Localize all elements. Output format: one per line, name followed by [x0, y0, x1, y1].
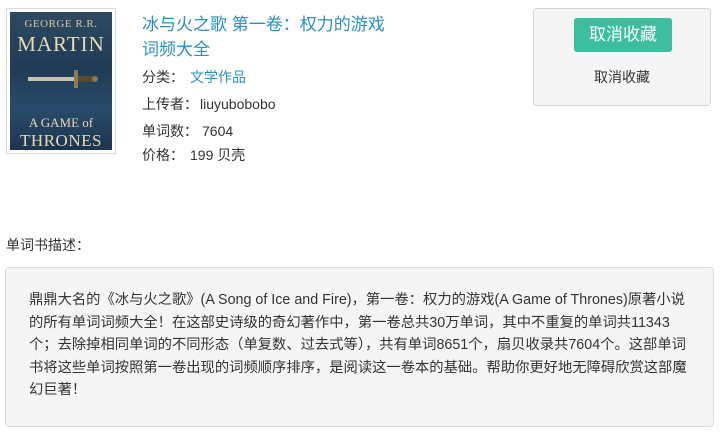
uploader-value: liuyubobobo	[200, 96, 276, 112]
word-count-value: 7604	[202, 123, 234, 139]
book-cover: GEORGE R.R. MARTIN A GAME of THRONES	[6, 8, 116, 154]
category-row: 分类： 文学作品	[142, 67, 246, 87]
description-panel: 鼎鼎大名的《冰与火之歌》(A Song of Ice and Fire)，第一卷…	[5, 267, 714, 427]
word-count-label: 单词数：	[142, 123, 198, 139]
cover-title-line2: THRONES	[20, 131, 102, 150]
uploader-row: 上传者： liuyubobobo	[142, 94, 276, 114]
price-row: 价格： 199 贝壳	[142, 145, 245, 165]
unfavorite-button[interactable]: 取消收藏	[574, 18, 672, 52]
uploader-label: 上传者：	[142, 96, 198, 112]
book-cover-image: GEORGE R.R. MARTIN A GAME of THRONES	[10, 12, 112, 150]
word-count-row: 单词数： 7604	[142, 121, 233, 141]
favorite-panel: 取消收藏 取消收藏	[533, 8, 711, 106]
book-title[interactable]: 冰与火之歌 第一卷：权力的游戏 词频大全	[142, 12, 402, 62]
cover-author-line2: MARTIN	[17, 32, 105, 56]
category-link[interactable]: 文学作品	[190, 69, 246, 85]
cover-title-line1: A GAME of	[28, 115, 94, 130]
cover-author-line1: GEORGE R.R.	[24, 18, 98, 30]
description-label: 单词书描述：	[6, 237, 90, 253]
price-label: 价格：	[142, 147, 184, 163]
favorite-status-label: 取消收藏	[594, 69, 650, 85]
description-text: 鼎鼎大名的《冰与火之歌》(A Song of Ice and Fire)，第一卷…	[29, 292, 687, 398]
price-value: 199 贝壳	[190, 147, 246, 163]
category-label: 分类：	[142, 69, 184, 85]
sword-icon	[28, 70, 98, 88]
